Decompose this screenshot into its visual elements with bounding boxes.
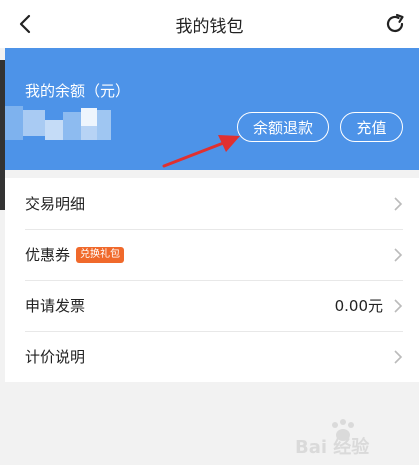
chevron-right-icon: [394, 299, 403, 313]
balance-label: 我的余额（元）: [25, 82, 131, 100]
nav-bar: 我的钱包: [0, 0, 419, 48]
chevron-right-icon: [394, 197, 403, 211]
row-label: 优惠券: [25, 246, 71, 264]
row-label: 交易明细: [25, 195, 86, 213]
balance-amount-blurred: [5, 106, 113, 140]
transaction-details-row[interactable]: 交易明细: [5, 178, 419, 229]
baidu-watermark-logo: Bai 经验: [295, 419, 370, 458]
back-arrow-icon[interactable]: [14, 12, 38, 36]
chevron-right-icon: [394, 350, 403, 364]
watermark-text: Bai 经验: [295, 436, 370, 458]
refresh-icon[interactable]: [383, 12, 407, 36]
coupons-row[interactable]: 优惠券 兑换礼包: [5, 229, 419, 280]
row-label: 申请发票: [25, 297, 86, 315]
balance-refund-button[interactable]: 余额退款: [237, 112, 329, 142]
annotation-arrow-icon: [162, 135, 240, 168]
chevron-right-icon: [394, 248, 403, 262]
row-label: 计价说明: [25, 348, 86, 366]
wallet-menu-list: 交易明细 优惠券 兑换礼包 申请发票 0.00元 计价说明: [5, 178, 419, 382]
pricing-info-row[interactable]: 计价说明: [5, 331, 419, 382]
page-title: 我的钱包: [175, 16, 244, 37]
redeem-gift-badge: 兑换礼包: [76, 246, 125, 263]
invoice-amount: 0.00元: [334, 297, 383, 315]
recharge-button[interactable]: 充值: [340, 112, 403, 142]
invoice-request-row[interactable]: 申请发票 0.00元: [5, 280, 419, 331]
